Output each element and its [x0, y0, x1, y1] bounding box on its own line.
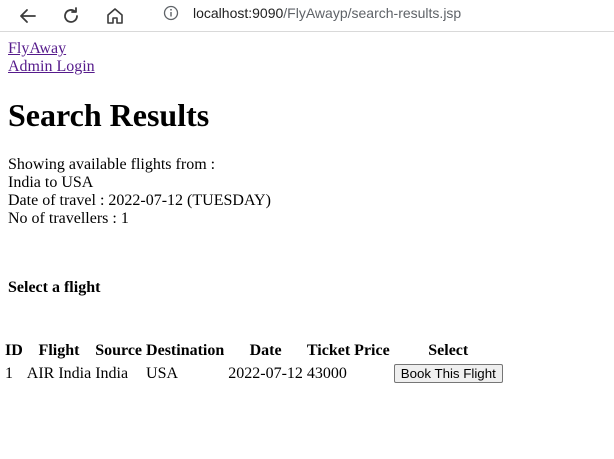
reload-button[interactable] [58, 3, 84, 29]
header-id: ID [5, 342, 23, 359]
header-source: Source [95, 342, 143, 359]
page-content: FlyAway Admin Login Search Results Showi… [5, 40, 608, 386]
travel-date-text: Date of travel : 2022-07-12 (TUESDAY) [8, 192, 271, 209]
select-flight-heading: Select a flight [8, 279, 101, 296]
cell-select: Book This Flight [393, 363, 504, 384]
back-button[interactable] [15, 3, 41, 29]
cell-price: 43000 [306, 364, 347, 382]
home-icon [107, 8, 123, 24]
cell-source: India [95, 364, 129, 382]
table-header-row: ID Flight Source Destination Date Ticket… [4, 341, 504, 361]
flights-table: ID Flight Source Destination Date Ticket… [2, 339, 506, 386]
url-host: localhost:9090 [193, 5, 284, 21]
showing-text: Showing available flights from : [8, 156, 216, 173]
route-text: India to USA [8, 174, 94, 191]
reload-icon [64, 7, 78, 23]
address-bar[interactable]: localhost:9090/FlyAwayp/search-results.j… [145, 0, 614, 26]
url-path: /FlyAwayp/search-results.jsp [283, 5, 462, 21]
header-ticket-price: Ticket Price [306, 342, 390, 359]
header-destination: Destination [146, 342, 225, 359]
admin-login-link[interactable]: Admin Login [8, 58, 608, 76]
home-button[interactable] [102, 3, 128, 29]
book-flight-button[interactable]: Book This Flight [393, 364, 503, 383]
page-title: Search Results [8, 97, 210, 133]
table-row: 1 AIR India India USA 2022-07-12 43000 B… [4, 363, 504, 384]
header-flight: Flight [38, 342, 80, 359]
header-date: Date [249, 342, 282, 359]
info-icon[interactable] [163, 5, 179, 21]
header-select: Select [428, 342, 469, 359]
search-info: Showing available flights from : India t… [8, 156, 608, 228]
cell-id: 1 [5, 364, 13, 382]
cell-date: 2022-07-12 [228, 364, 303, 382]
travellers-text: No of travellers : 1 [8, 210, 129, 227]
flyaway-link[interactable]: FlyAway [8, 40, 608, 58]
cell-destination: USA [146, 364, 179, 382]
browser-toolbar: localhost:9090/FlyAwayp/search-results.j… [0, 0, 614, 32]
back-arrow-icon [20, 9, 36, 23]
cell-flight: AIR India [26, 364, 92, 382]
